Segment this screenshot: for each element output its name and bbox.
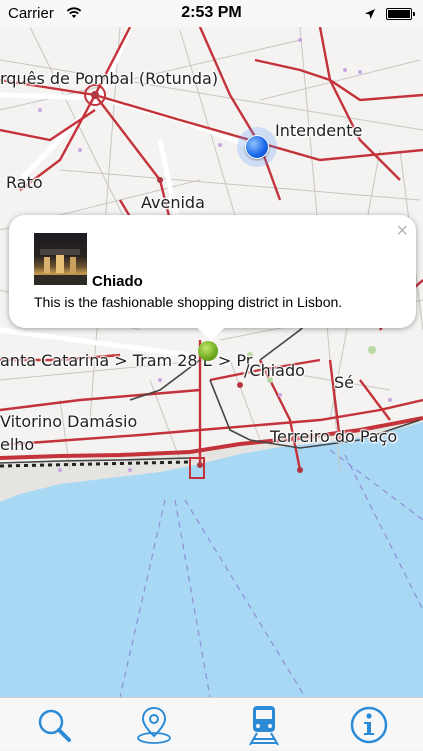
train-icon [249,705,279,746]
map-label-terreiro-do-paco: Terreiro do Paço [270,427,398,446]
tab-places[interactable] [114,698,194,751]
callout-title: Chiado [92,273,143,290]
map-pin-icon [137,706,171,744]
battery-icon [386,8,415,20]
user-location-dot [237,127,277,167]
map-label-rato: Rato [6,173,43,192]
status-time: 2:53 PM [181,4,242,21]
location-dot [245,135,269,159]
map-label-vitorino-damasio: Vitorino Damásio [0,412,138,431]
map-view[interactable]: rquês de Pombal (Rotunda) Intendente Rat… [0,27,423,697]
status-bar: Carrier 2:53 PM [0,0,423,27]
tab-info[interactable] [329,698,409,751]
map-label-elho: elho [0,435,35,454]
map-label-marques-de-pombal: rquês de Pombal (Rotunda) [0,69,219,88]
callout-description: This is the fashionable shopping distric… [34,294,343,310]
tab-bar [0,697,423,750]
map-label-chiado: /Chiado [244,361,305,380]
close-button[interactable]: × [396,221,408,241]
map-label-avenida: Avenida [141,193,205,212]
map-pin-chiado[interactable] [198,341,218,361]
tab-transport[interactable] [224,698,304,751]
map-label-intendente: Intendente [275,121,363,140]
tab-search[interactable] [14,698,94,751]
map-label-se: Sé [334,373,354,392]
callout-thumbnail [34,233,87,285]
info-icon [350,706,388,743]
location-arrow-icon [364,7,376,24]
search-icon [38,709,71,742]
map-callout[interactable]: Chiado This is the fashionable shopping … [9,215,416,341]
close-icon: × [396,220,408,242]
